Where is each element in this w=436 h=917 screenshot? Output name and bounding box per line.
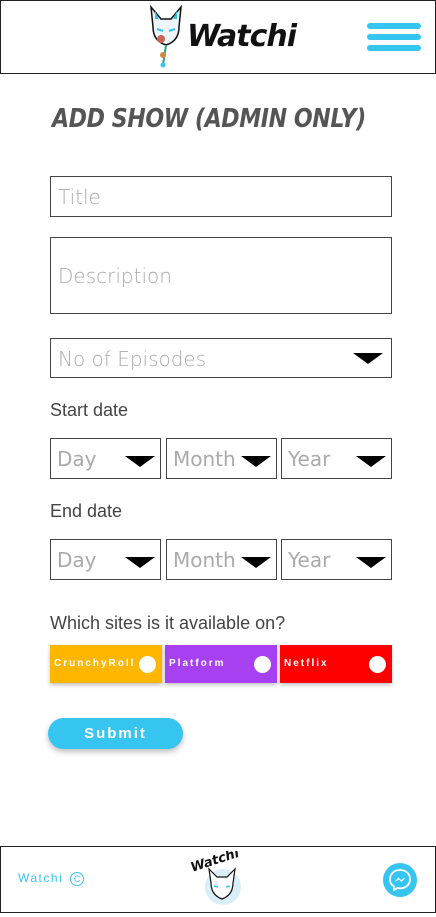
logo-text: Watchi [187, 19, 297, 54]
caret-down-icon [356, 557, 386, 568]
caret-down-icon [125, 557, 155, 568]
start-year-value: Year [288, 447, 331, 471]
start-month-select[interactable]: Month [166, 438, 277, 479]
end-month-value: Month [173, 548, 236, 572]
episodes-select-value: No of Episodes [58, 347, 207, 371]
end-day-select[interactable]: Day [50, 539, 161, 580]
crunchyroll-label: CrunchyRoll [54, 658, 136, 669]
crunchyroll-toggle[interactable]: CrunchyRoll [50, 645, 162, 683]
caret-down-icon [356, 456, 386, 467]
end-day-value: Day [57, 548, 97, 572]
menu-hamburger-icon[interactable] [367, 23, 421, 51]
title-input[interactable]: Title [50, 176, 392, 217]
fox-mask-icon [150, 4, 182, 68]
caret-down-icon [125, 456, 155, 467]
watchi-logo[interactable]: Watchi [141, 4, 297, 69]
end-year-select[interactable]: Year [281, 539, 392, 580]
toggle-knob-icon [254, 656, 271, 673]
start-day-select[interactable]: Day [50, 438, 161, 479]
submit-button[interactable]: Submit [48, 718, 183, 749]
footer-logo[interactable]: Watchi [187, 846, 247, 909]
netflix-toggle[interactable]: Netflix [280, 645, 392, 683]
end-date-label: End date [50, 501, 123, 521]
description-input[interactable]: Description [50, 237, 392, 314]
caret-down-icon [353, 353, 383, 364]
header: Watchi [0, 0, 436, 74]
toggle-knob-icon [369, 656, 386, 673]
episodes-select[interactable]: No of Episodes [50, 338, 392, 378]
start-date-label: Start date [50, 400, 129, 420]
caret-down-icon [241, 456, 271, 467]
start-month-value: Month [173, 447, 236, 471]
footer: Watchi C Watchi [0, 846, 436, 913]
end-month-select[interactable]: Month [166, 539, 277, 580]
messenger-icon[interactable] [383, 863, 417, 897]
start-day-value: Day [57, 447, 97, 471]
fox-mask-icon: Watchi [189, 846, 242, 905]
chat-bubble-icon [389, 869, 411, 892]
footer-brand: Watchi [18, 871, 64, 885]
copyright: Watchi C [18, 871, 85, 886]
toggle-knob-icon [139, 656, 156, 673]
copyright-icon: C [70, 872, 85, 886]
netflix-label: Netflix [284, 658, 329, 669]
sites-label: Which sites is it available on? [50, 613, 286, 633]
platform-label: Platform [169, 658, 226, 669]
caret-down-icon [241, 557, 271, 568]
end-year-value: Year [288, 548, 331, 572]
platform-toggle[interactable]: Platform [165, 645, 277, 683]
page-title: Add Show (Admin Only) [52, 104, 366, 134]
start-year-select[interactable]: Year [281, 438, 392, 479]
